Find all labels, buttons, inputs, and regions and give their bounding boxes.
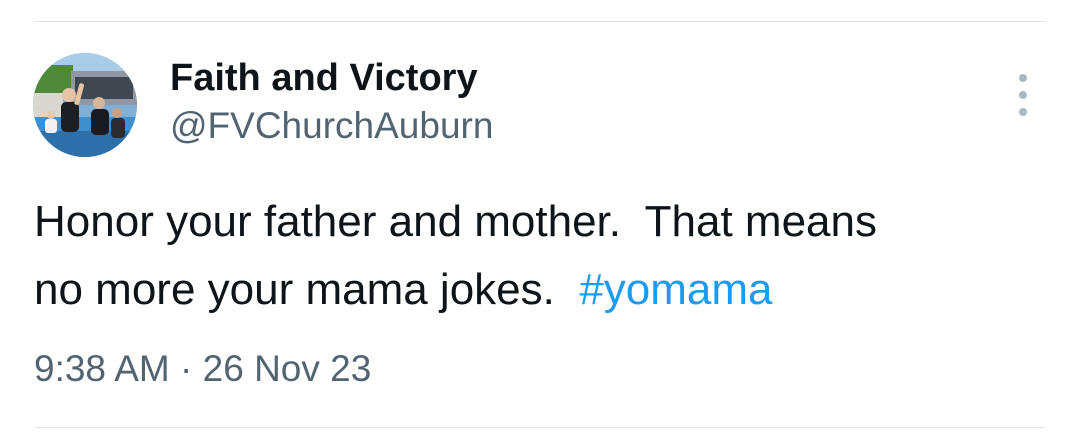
more-dot: [1019, 91, 1027, 99]
avatar[interactable]: [33, 53, 137, 157]
tweet-author[interactable]: Faith and Victory @FVChurchAuburn: [170, 55, 493, 149]
more-vertical-icon: [1019, 74, 1027, 82]
author-handle[interactable]: @FVChurchAuburn: [170, 103, 493, 149]
tweet-text-line-1: Honor your father and mother. That means: [34, 197, 877, 246]
tweet-date: 26 Nov 23: [202, 348, 372, 389]
top-divider: [34, 21, 1046, 22]
more-dot: [1019, 108, 1027, 116]
author-display-name[interactable]: Faith and Victory: [170, 55, 493, 101]
hashtag-link[interactable]: #yomama: [579, 265, 772, 314]
tweet-text: Honor your father and mother. That means…: [34, 188, 1044, 324]
more-options-button[interactable]: [1008, 74, 1038, 116]
tweet-time: 9:38 AM: [34, 348, 170, 389]
tweet-timestamp[interactable]: 9:38 AM · 26 Nov 23: [34, 345, 371, 393]
tweet-text-line-2: no more your mama jokes.: [34, 265, 580, 314]
bottom-divider: [34, 427, 1046, 428]
profile-photo-icon: [33, 53, 137, 157]
timestamp-separator: ·: [169, 348, 203, 389]
